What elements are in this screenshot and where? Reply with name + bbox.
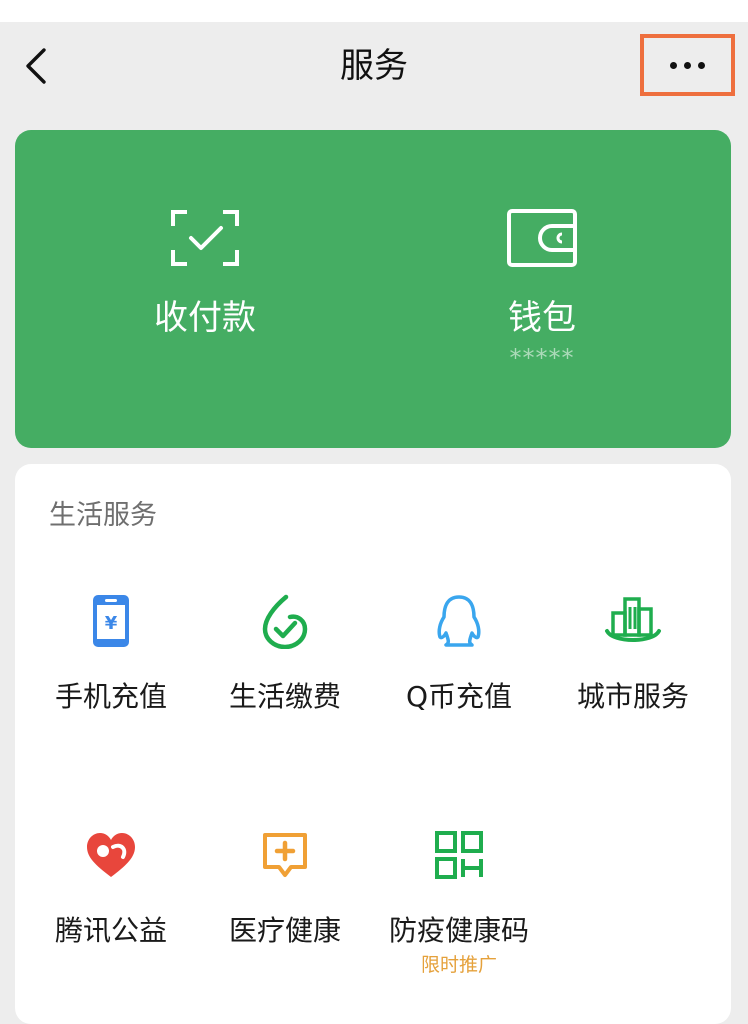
qr-code-icon: [435, 831, 483, 879]
service-health-code[interactable]: 防疫健康码 限时推广: [371, 826, 547, 976]
service-bill-payment[interactable]: 生活缴费: [197, 592, 373, 714]
service-label: 防疫健康码: [388, 914, 529, 947]
section-title: 生活服务: [49, 500, 157, 531]
phone-recharge-icon: ¥: [93, 595, 129, 647]
promo-badge: 限时推广: [420, 954, 497, 976]
more-options-button[interactable]: [640, 34, 735, 96]
more-dot-icon: [684, 61, 691, 69]
wallet-card: 收付款 钱包 *****: [15, 130, 731, 448]
more-dot-icon: [698, 61, 705, 69]
qq-penguin-icon: [437, 595, 481, 647]
service-label: 城市服务: [576, 680, 689, 713]
scan-check-icon: [171, 210, 239, 266]
life-services-panel: 生活服务 ¥ 手机充值 生活缴费 Q币充值 城市服务 腾讯公益 医疗健康 防疫健…: [15, 464, 731, 1024]
city-buildings-icon: [605, 597, 661, 642]
service-label: Q币充值: [405, 680, 513, 713]
wallet-button[interactable]: 钱包 *****: [442, 208, 642, 372]
service-label: 手机充值: [54, 680, 167, 713]
pay-receive-label: 收付款: [154, 298, 256, 338]
page-title: 服务: [340, 46, 408, 86]
medical-chat-icon: [263, 833, 307, 877]
service-phone-recharge[interactable]: ¥ 手机充值: [23, 592, 199, 714]
bill-payment-icon: [262, 594, 308, 649]
status-bar-strip: [0, 0, 748, 22]
wallet-label: 钱包: [508, 298, 576, 338]
more-dot-icon: [670, 61, 677, 69]
service-label: 医疗健康: [228, 914, 341, 947]
service-label: 腾讯公益: [54, 914, 167, 947]
service-tencent-charity[interactable]: 腾讯公益: [23, 826, 199, 948]
wallet-icon: [507, 209, 577, 267]
service-q-coin-recharge[interactable]: Q币充值: [371, 592, 547, 714]
service-medical-health[interactable]: 医疗健康: [197, 826, 373, 948]
service-label: 生活缴费: [228, 680, 341, 713]
service-city-services[interactable]: 城市服务: [545, 592, 721, 714]
navigation-bar: 服务: [0, 22, 748, 112]
pay-receive-button[interactable]: 收付款: [105, 208, 305, 338]
wallet-balance-masked: *****: [509, 344, 575, 372]
svg-text:¥: ¥: [105, 613, 118, 634]
charity-heart-icon: [87, 833, 135, 877]
